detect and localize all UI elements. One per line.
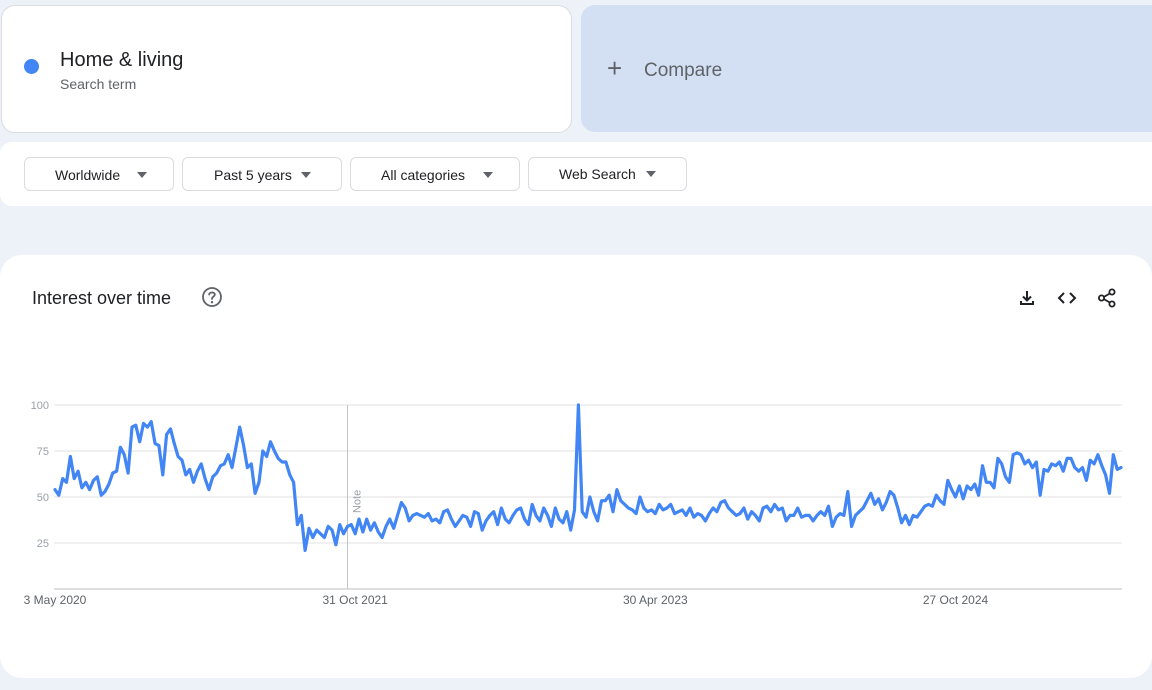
region-label: Worldwide (55, 167, 121, 183)
plus-icon: + (607, 53, 623, 83)
filter-bar: Worldwide Past 5 years All categories We… (0, 142, 1152, 206)
chevron-down-icon (301, 172, 311, 178)
search-term-type: Search term (60, 76, 137, 92)
x-tick-label: 30 Apr 2023 (623, 593, 688, 607)
y-tick-label: 100 (31, 400, 49, 412)
compare-button[interactable]: + Compare (581, 5, 1152, 132)
chevron-down-icon (137, 172, 147, 178)
x-tick-label: 27 Oct 2024 (923, 593, 989, 607)
property-dropdown[interactable]: Web Search (528, 157, 687, 191)
x-tick-label: 3 May 2020 (24, 593, 87, 607)
series-line (53, 403, 1123, 552)
chevron-down-icon (483, 172, 493, 178)
search-term-name[interactable]: Home & living (60, 49, 183, 72)
series-color-dot (24, 59, 39, 74)
search-term-card[interactable]: Home & living Search term (1, 5, 572, 133)
region-dropdown[interactable]: Worldwide (24, 157, 174, 191)
chevron-down-icon (646, 171, 656, 177)
category-dropdown[interactable]: All categories (350, 157, 520, 191)
y-tick-label: 25 (37, 538, 49, 550)
property-label: Web Search (559, 166, 636, 182)
interest-over-time-card: Interest over time 25 50 75 100 Note 3 May 20… (0, 255, 1152, 678)
category-label: All categories (381, 167, 466, 183)
compare-label: Compare (644, 60, 723, 81)
note-label: Note (351, 490, 363, 513)
interest-chart[interactable]: 25 50 75 100 Note 3 May 2020 31 Oct 2021 30 Apr… (0, 255, 1152, 678)
y-tick-label: 50 (37, 492, 49, 504)
time-range-dropdown[interactable]: Past 5 years (182, 157, 342, 191)
time-range-label: Past 5 years (214, 167, 292, 183)
y-tick-label: 75 (37, 446, 49, 458)
x-tick-label: 31 Oct 2021 (322, 593, 388, 607)
